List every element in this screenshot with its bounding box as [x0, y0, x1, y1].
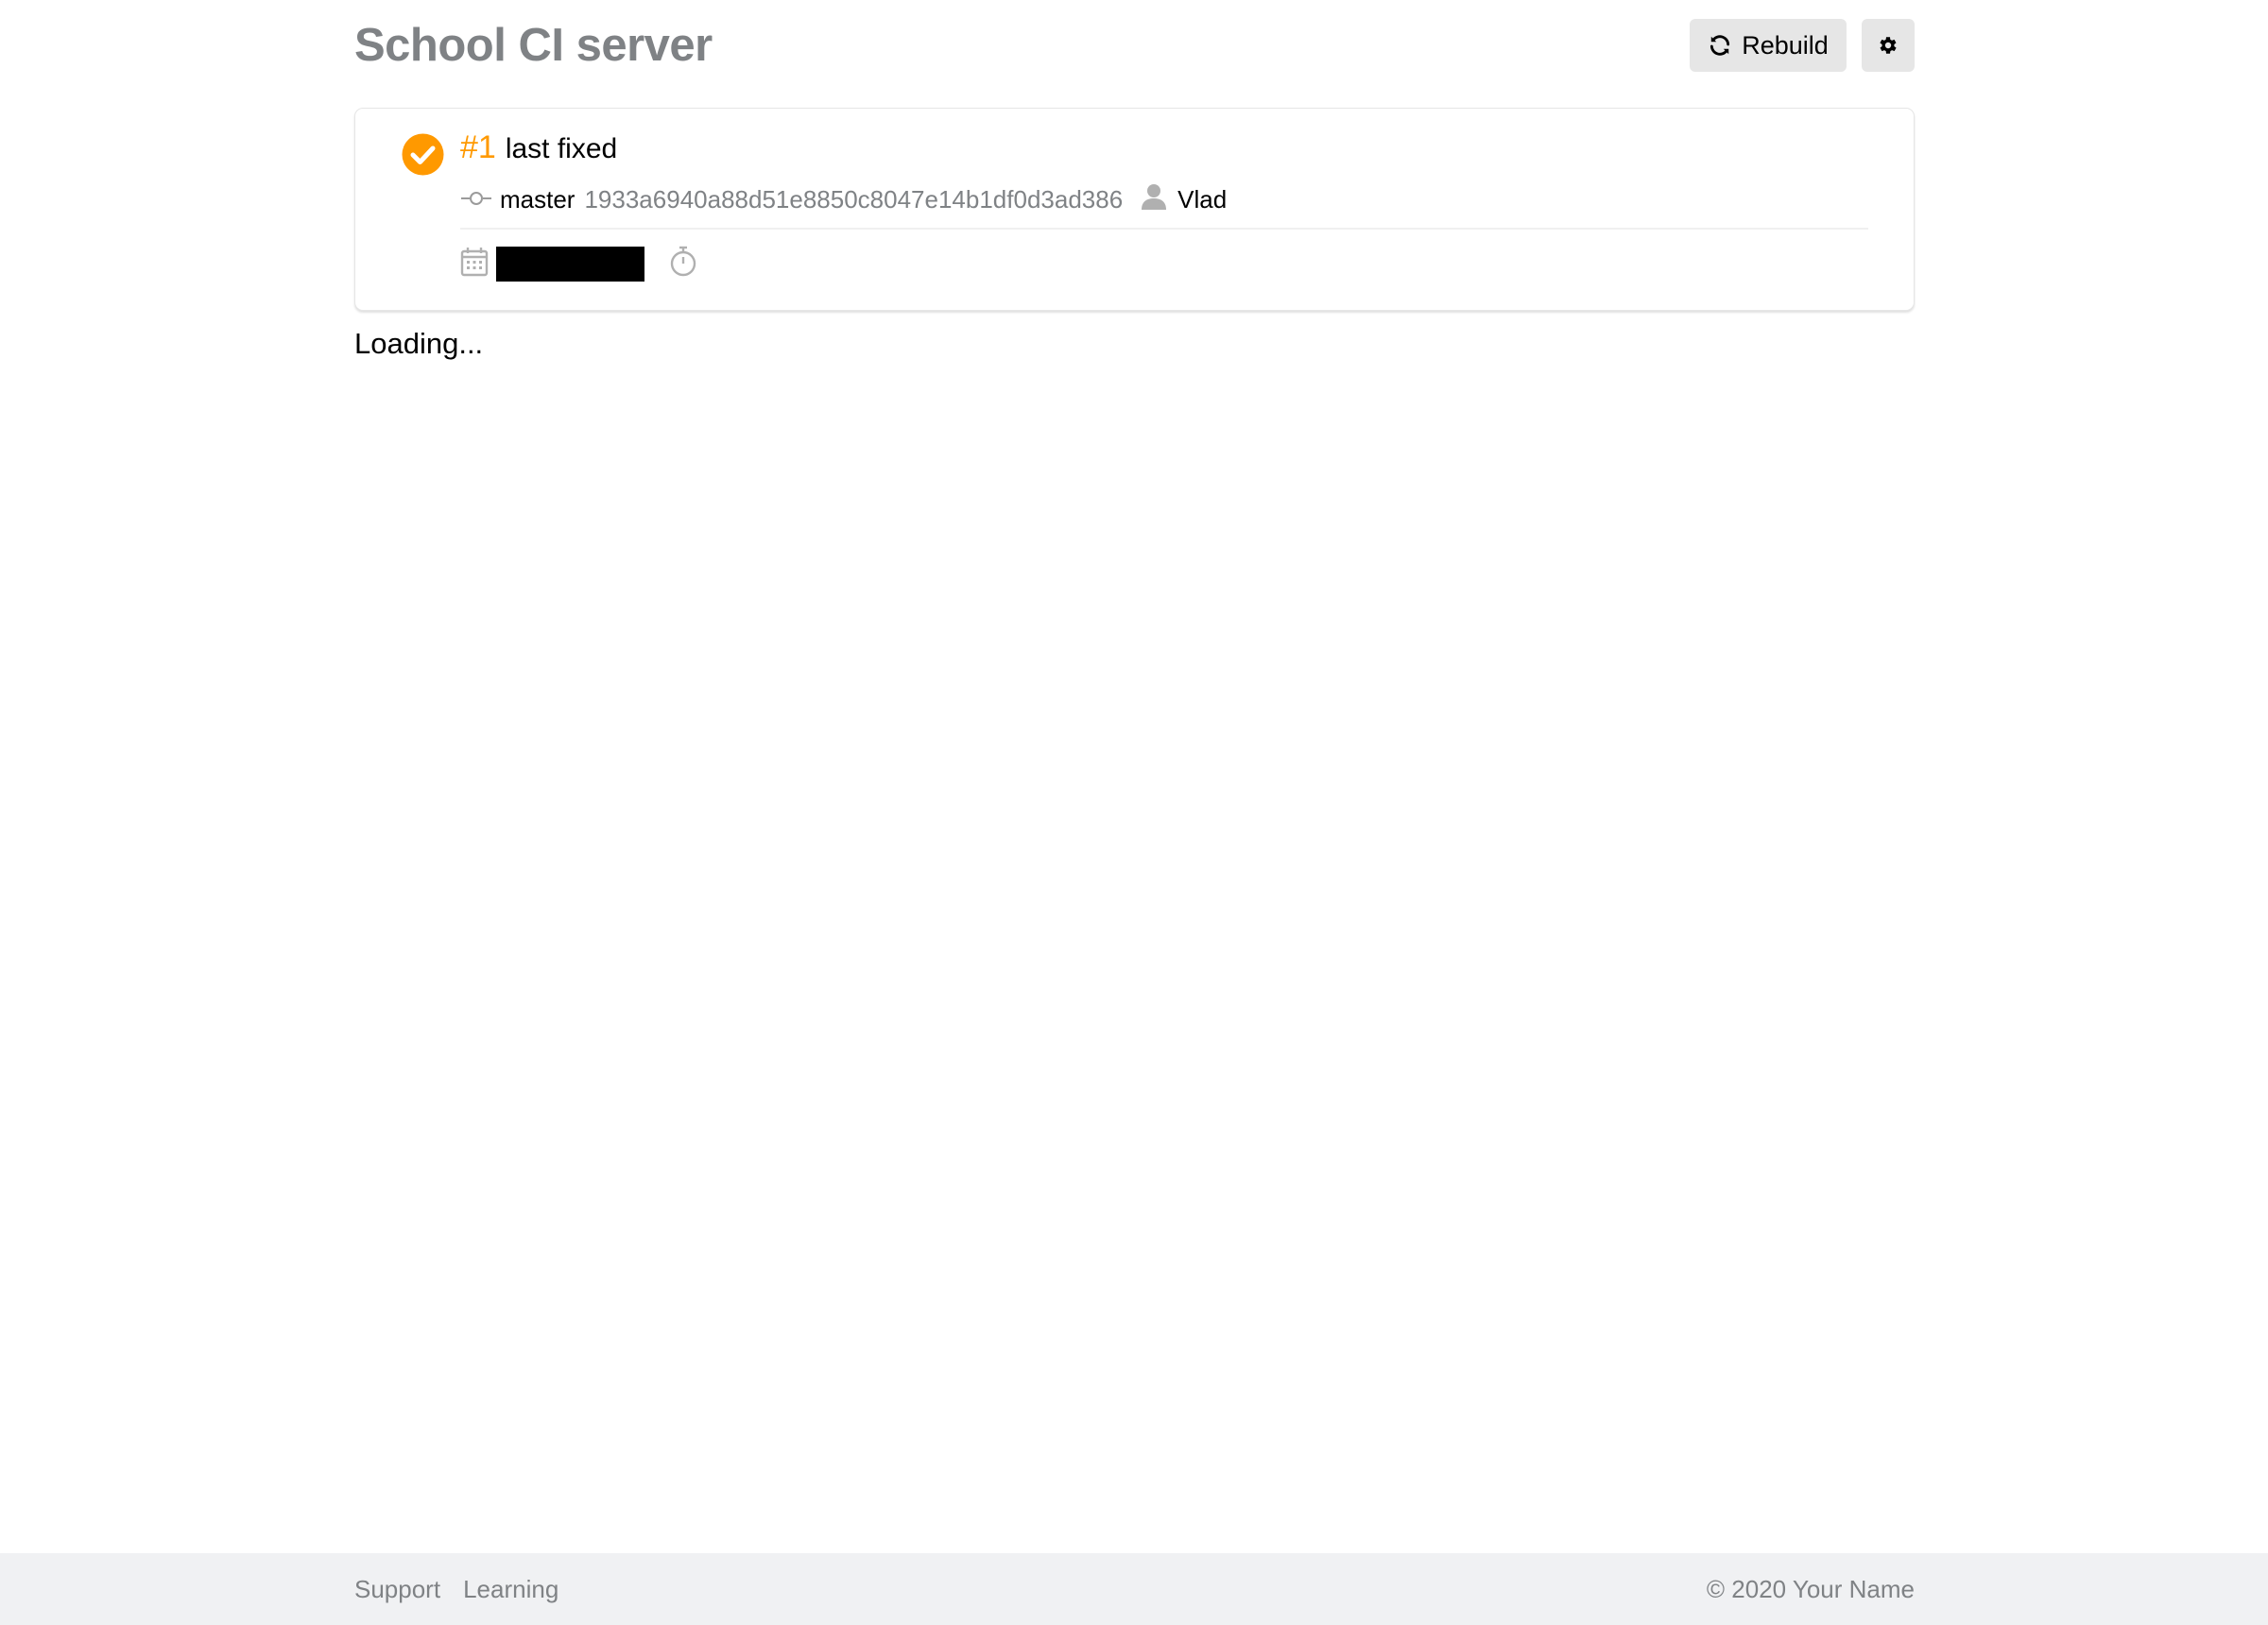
footer-inner: Support Learning © 2020 Your Name	[354, 1553, 1915, 1625]
build-card[interactable]: #1 last fixed master 1933a6940a88d51e885…	[354, 108, 1915, 311]
refresh-icon	[1708, 33, 1732, 58]
support-link[interactable]: Support	[354, 1575, 440, 1604]
user-icon	[1142, 183, 1167, 216]
page: School CI server Rebuild #1 last fixed m…	[0, 0, 2268, 1625]
footer-links: Support Learning	[354, 1575, 558, 1604]
build-title-row: #1 last fixed	[460, 129, 1868, 169]
author-name: Vlad	[1177, 184, 1228, 214]
build-meta-row: master 1933a6940a88d51e8850c8047e14b1df0…	[460, 180, 1868, 218]
loading-text: Loading...	[354, 327, 484, 360]
commit-hash: 1933a6940a88d51e8850c8047e14b1df0d3ad386	[584, 184, 1124, 214]
gear-icon	[1877, 34, 1899, 57]
divider	[460, 228, 1868, 230]
check-circle-icon	[402, 133, 444, 176]
app-title: School CI server	[354, 20, 713, 71]
footer: Support Learning © 2020 Your Name	[0, 1553, 2268, 1625]
header-actions: Rebuild	[1690, 19, 1915, 72]
commit-message: last fixed	[505, 133, 618, 164]
rebuild-button-label: Rebuild	[1742, 30, 1829, 60]
build-number: #1	[460, 129, 496, 165]
build-time-row	[460, 245, 1868, 282]
branch-name: master	[500, 184, 576, 214]
rebuild-button[interactable]: Rebuild	[1690, 19, 1847, 72]
build-details: #1 last fixed master 1933a6940a88d51e885…	[460, 129, 1868, 282]
copyright: © 2020 Your Name	[1706, 1574, 1915, 1603]
commit-branch-icon	[460, 185, 492, 214]
settings-button[interactable]	[1862, 19, 1915, 72]
header: School CI server Rebuild	[354, 0, 1915, 91]
stopwatch-icon	[669, 246, 697, 282]
build-date-redacted	[496, 246, 644, 282]
learning-link[interactable]: Learning	[463, 1575, 558, 1604]
calendar-icon	[460, 247, 489, 282]
